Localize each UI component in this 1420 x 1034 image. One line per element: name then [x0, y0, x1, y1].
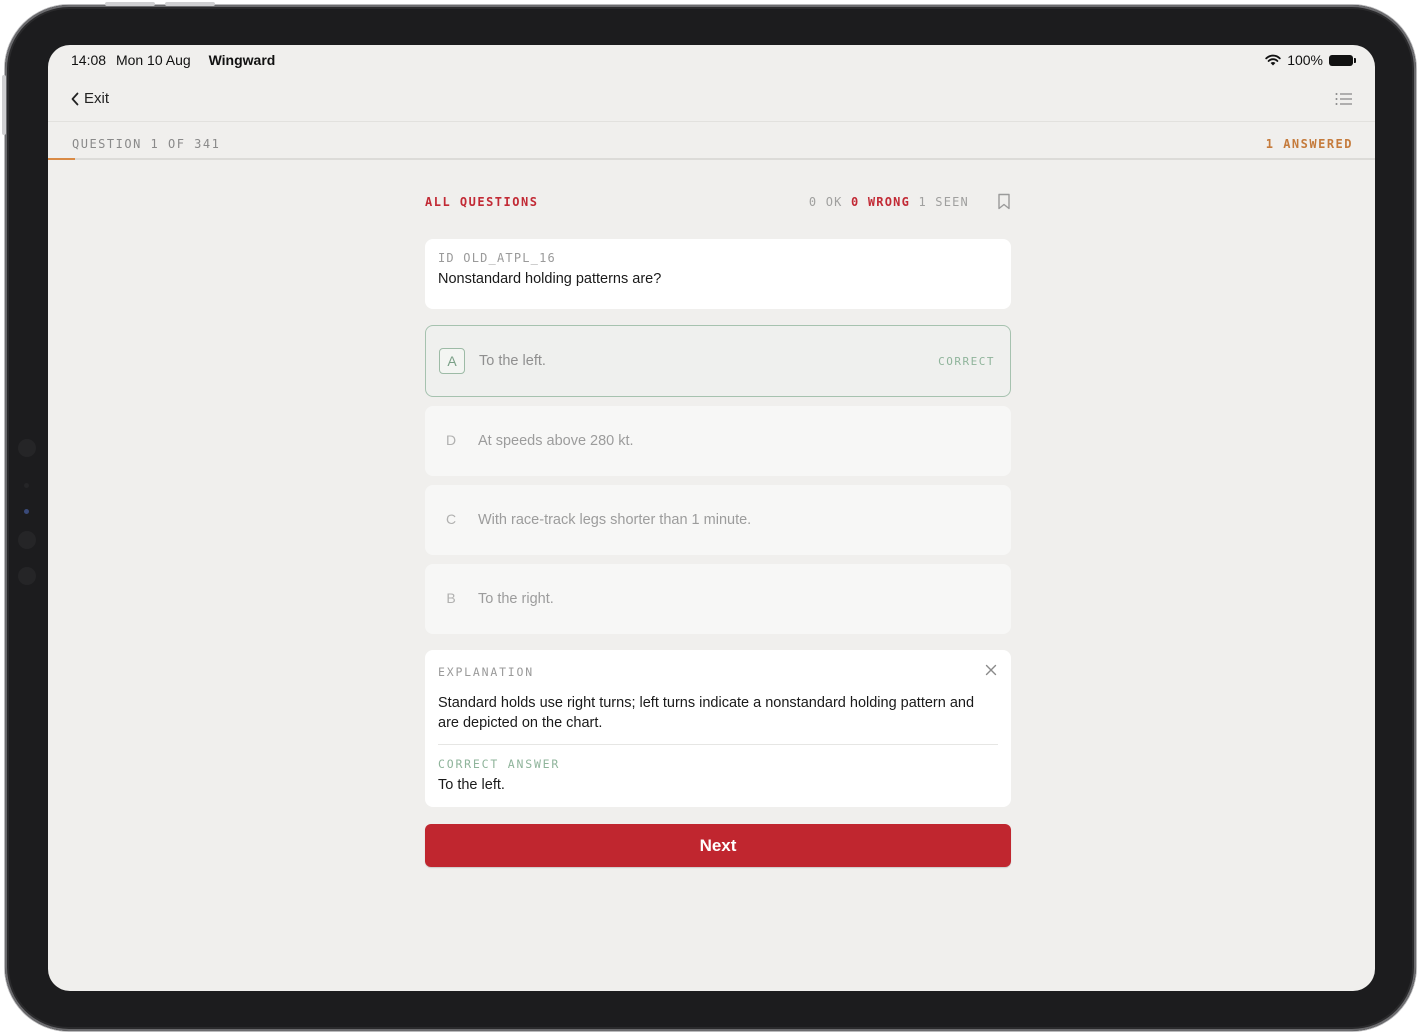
option-text: To the right.: [478, 591, 554, 607]
option-text: To the left.: [479, 353, 546, 369]
stat-ok: 0 OK: [808, 195, 843, 209]
answer-option-a[interactable]: A To the left. CORRECT: [425, 325, 1011, 397]
explanation-card: EXPLANATION Standard holds use right tur…: [425, 650, 1011, 807]
status-date: Mon 10 Aug: [115, 52, 191, 68]
battery-icon: [1329, 54, 1356, 66]
close-icon[interactable]: [985, 664, 997, 676]
option-text: At speeds above 280 kt.: [478, 433, 634, 449]
bookmark-icon[interactable]: [997, 193, 1011, 210]
list-icon[interactable]: [1335, 92, 1353, 106]
correct-badge: CORRECT: [938, 355, 995, 368]
sensor-dot: [18, 531, 36, 549]
nav-bar: Exit: [48, 85, 1375, 122]
status-bar: 14:08 Mon 10 Aug Wingward 100%: [48, 45, 1375, 75]
status-app-name: Wingward: [208, 52, 276, 68]
option-letter: D: [438, 428, 464, 454]
option-letter: B: [438, 586, 464, 612]
quiz-header: ALL QUESTIONS 0 OK 0 WRONG 1 SEEN: [425, 185, 1011, 219]
question-card: ID OLD_ATPL_16 Nonstandard holding patte…: [425, 239, 1011, 309]
score-stats: 0 OK 0 WRONG 1 SEEN: [809, 195, 969, 209]
answer-option-d[interactable]: D At speeds above 280 kt.: [425, 406, 1011, 476]
answer-option-b[interactable]: B To the right.: [425, 564, 1011, 634]
sensor-dot: [18, 567, 36, 585]
exit-label: Exit: [84, 90, 110, 107]
correct-answer-title: CORRECT ANSWER: [438, 757, 561, 771]
option-letter: A: [439, 348, 465, 374]
volume-button: [2, 75, 6, 135]
option-letter: C: [438, 507, 464, 533]
camera-dot: [18, 439, 36, 457]
explanation-title: EXPLANATION: [438, 665, 534, 679]
screen: 14:08 Mon 10 Aug Wingward 100% Exit QUES…: [48, 45, 1375, 991]
stat-seen: 1 SEEN: [918, 195, 969, 209]
question-id: ID OLD_ATPL_16: [438, 251, 556, 265]
top-button: [105, 2, 155, 6]
battery-percent: 100%: [1287, 52, 1323, 68]
answer-option-c[interactable]: C With race-track legs shorter than 1 mi…: [425, 485, 1011, 555]
exit-button[interactable]: Exit: [70, 90, 109, 107]
quiz-column: ALL QUESTIONS 0 OK 0 WRONG 1 SEEN ID OLD…: [425, 185, 1011, 867]
chevron-left-icon: [71, 92, 79, 105]
stat-wrong: 0 WRONG: [851, 195, 910, 209]
progress-bar-fill: [48, 158, 75, 160]
question-counter: QUESTION 1 OF 341: [72, 137, 221, 151]
progress-row: QUESTION 1 OF 341 1 ANSWERED: [48, 122, 1375, 160]
camera-lens: [24, 509, 29, 514]
wifi-icon: [1265, 54, 1281, 66]
sensor-dot: [24, 483, 29, 488]
question-text: Nonstandard holding patterns are?: [438, 271, 662, 287]
top-button: [165, 2, 215, 6]
option-text: With race-track legs shorter than 1 minu…: [478, 512, 752, 528]
answered-count: 1 ANSWERED: [1265, 137, 1353, 151]
status-time: 14:08: [71, 52, 107, 68]
next-button[interactable]: Next: [425, 824, 1011, 867]
filter-all-questions[interactable]: ALL QUESTIONS: [425, 195, 538, 209]
explanation-text: Standard holds use right turns; left tur…: [438, 693, 998, 745]
correct-answer-text: To the left.: [438, 777, 505, 793]
